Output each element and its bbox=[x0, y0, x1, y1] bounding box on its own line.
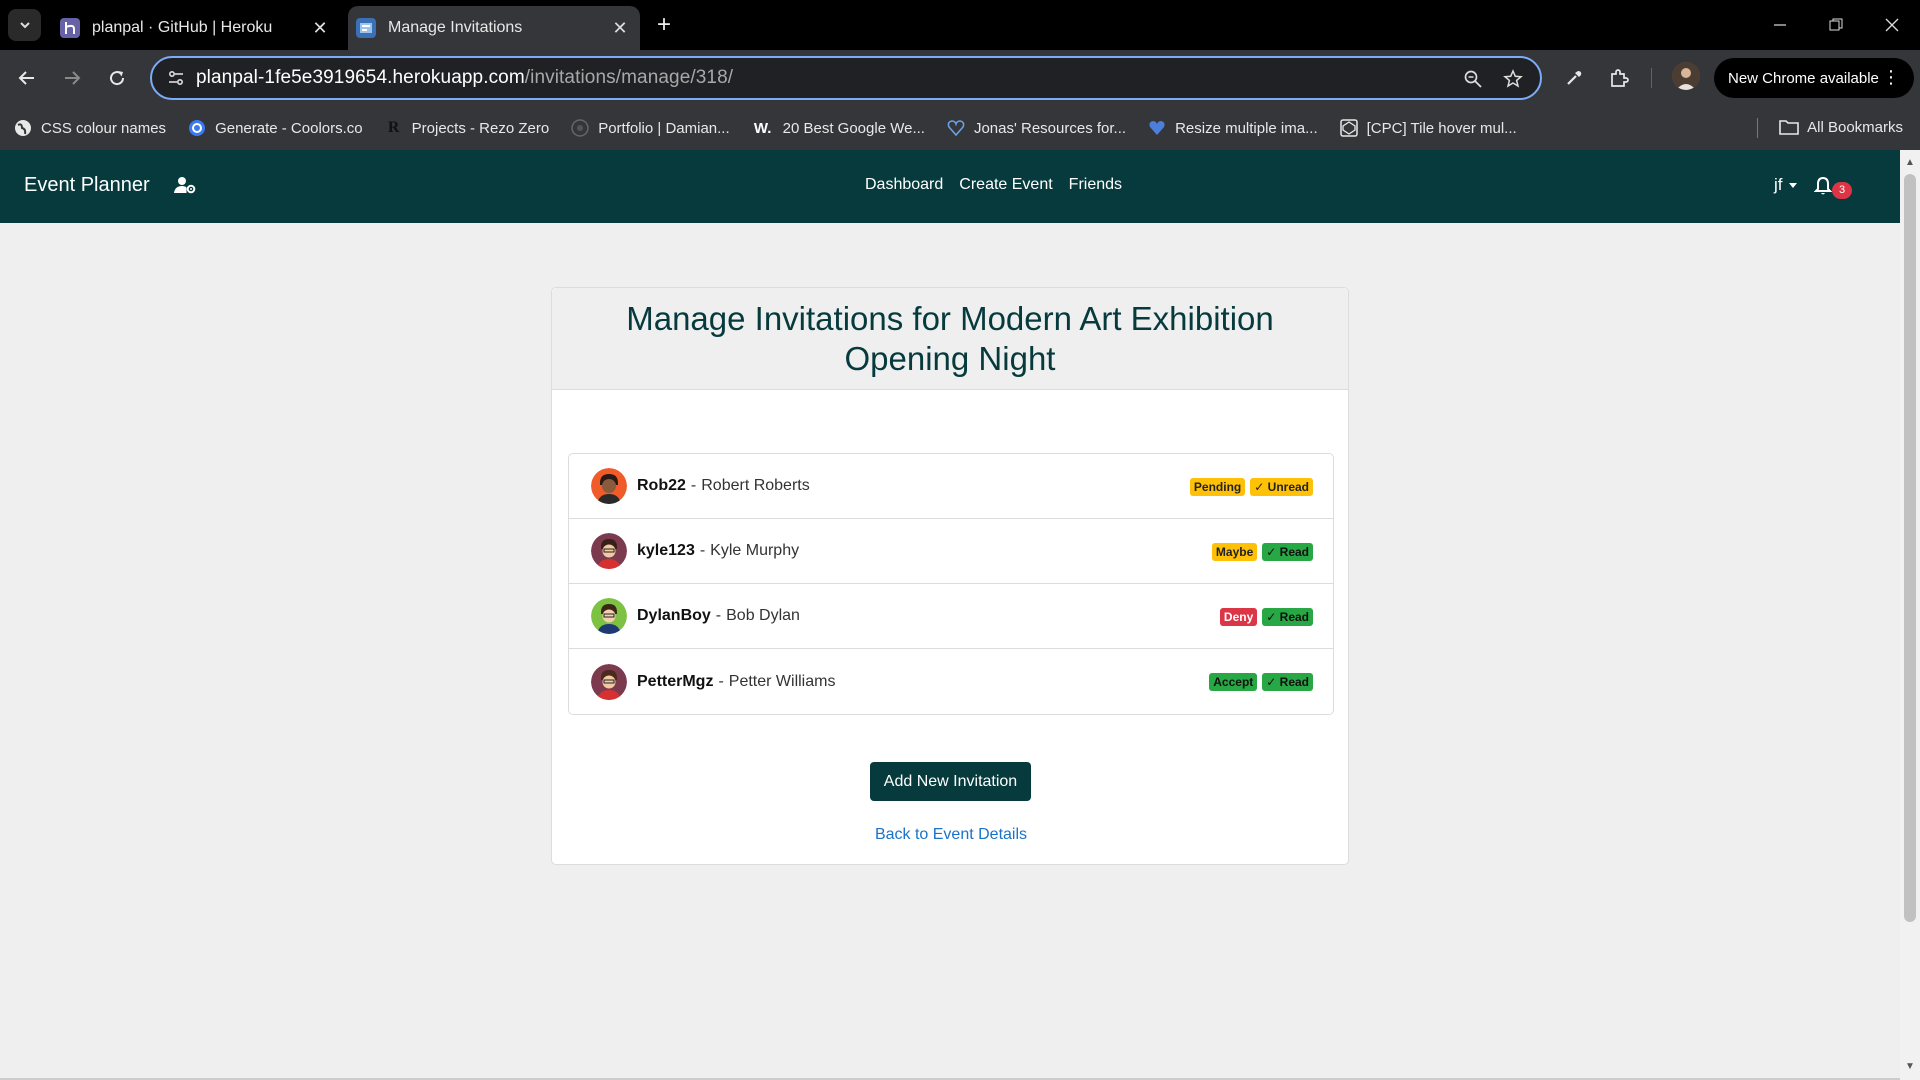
tab-search-button[interactable] bbox=[8, 9, 41, 41]
page-viewport: Event Planner Dashboard Create Event Fri… bbox=[0, 150, 1900, 1080]
add-new-invitation-button[interactable]: Add New Invitation bbox=[870, 762, 1031, 801]
list-item: kyle123 - Kyle Murphy Maybe ✓ Read bbox=[569, 519, 1333, 584]
bookmark-google-web-fonts[interactable]: W. 20 Best Google We... bbox=[752, 119, 925, 137]
scroll-up-icon[interactable]: ▲ bbox=[1905, 158, 1915, 168]
read-badge: ✓ Read bbox=[1262, 608, 1313, 626]
tab-title: Manage Invitations bbox=[388, 19, 523, 36]
invitee-name: Bob Dylan bbox=[726, 607, 800, 624]
rezo-zero-icon: R bbox=[387, 119, 400, 136]
profile-avatar[interactable] bbox=[1672, 62, 1700, 90]
heroku-icon bbox=[60, 18, 80, 38]
avatar bbox=[591, 533, 627, 569]
portfolio-icon bbox=[571, 119, 589, 137]
user-settings-icon[interactable] bbox=[174, 176, 196, 194]
heart-icon bbox=[1148, 119, 1166, 137]
toolbar-divider bbox=[1651, 68, 1652, 88]
invitee-username: kyle123 bbox=[637, 542, 695, 559]
read-badge: ✓ Read bbox=[1262, 673, 1313, 691]
bookmark-coolors[interactable]: Generate - Coolors.co bbox=[188, 119, 363, 137]
extensions-icon[interactable] bbox=[1603, 62, 1635, 94]
eyedropper-icon[interactable] bbox=[1558, 62, 1590, 94]
coolors-icon bbox=[188, 119, 206, 137]
bookmarks-bar: CSS colour names Generate - Coolors.co R… bbox=[0, 106, 1920, 150]
bookmark-codepen-tile[interactable]: [CPC] Tile hover mul... bbox=[1339, 119, 1517, 137]
brand-logo[interactable]: Event Planner bbox=[24, 174, 150, 197]
invitee-username: PetterMgz bbox=[637, 672, 714, 690]
chrome-update-button[interactable]: New Chrome available ⋮ bbox=[1714, 58, 1914, 98]
invitee-username: DylanBoy bbox=[637, 607, 711, 624]
status-badge: Pending bbox=[1189, 478, 1246, 496]
bookmark-css-colour-names[interactable]: CSS colour names bbox=[14, 119, 166, 137]
zoom-icon[interactable] bbox=[1458, 64, 1488, 94]
bookmarks-divider bbox=[1757, 118, 1758, 138]
w-icon: W. bbox=[753, 119, 772, 137]
new-tab-button[interactable]: + bbox=[650, 11, 678, 39]
status-badge: Accept bbox=[1209, 673, 1258, 691]
chevron-down-icon bbox=[19, 22, 30, 29]
avatar bbox=[591, 598, 627, 634]
back-to-event-details-link[interactable]: Back to Event Details bbox=[552, 826, 1350, 844]
invitee-name: Petter Williams bbox=[728, 672, 836, 690]
bell-icon[interactable] bbox=[1814, 176, 1832, 196]
page-scrollbar[interactable]: ▲ ▼ bbox=[1900, 150, 1920, 1080]
invitation-list: Rob22 - Robert Roberts Pending ✓ Unread … bbox=[568, 453, 1334, 715]
app-navbar: Event Planner Dashboard Create Event Fri… bbox=[0, 150, 1900, 223]
status-badge: Maybe bbox=[1211, 543, 1258, 561]
nav-dashboard[interactable]: Dashboard bbox=[865, 176, 943, 194]
close-tab-icon[interactable]: ✕ bbox=[606, 14, 634, 42]
list-item: DylanBoy - Bob Dylan Deny ✓ Read bbox=[569, 584, 1333, 649]
forward-icon[interactable] bbox=[56, 62, 88, 94]
globe-icon bbox=[14, 119, 32, 137]
site-settings-icon[interactable] bbox=[156, 58, 196, 98]
status-badge: Deny bbox=[1219, 608, 1258, 626]
tab-title: planpal · GitHub | Heroku bbox=[92, 19, 273, 36]
bookmark-rezo-zero[interactable]: R Projects - Rezo Zero bbox=[385, 119, 549, 137]
minimize-icon[interactable] bbox=[1752, 0, 1808, 50]
invitee-username: Rob22 bbox=[637, 477, 686, 494]
notification-badge: 3 bbox=[1832, 182, 1852, 199]
address-bar[interactable]: planpal-1fe5e3919654.herokuapp.com/invit… bbox=[150, 56, 1542, 100]
codepen-icon bbox=[1339, 119, 1358, 137]
nav-create-event[interactable]: Create Event bbox=[959, 176, 1052, 194]
read-badge: ✓ Read bbox=[1262, 543, 1313, 561]
bookmark-star-icon[interactable] bbox=[1498, 64, 1528, 94]
app-favicon-icon bbox=[356, 18, 376, 38]
close-window-icon[interactable] bbox=[1864, 0, 1920, 50]
all-bookmarks-button[interactable]: All Bookmarks bbox=[1779, 118, 1903, 136]
bookmark-jonas-resources[interactable]: Jonas' Resources for... bbox=[947, 119, 1126, 137]
invitations-card: Manage Invitations for Modern Art Exhibi… bbox=[551, 287, 1349, 865]
card-header: Manage Invitations for Modern Art Exhibi… bbox=[552, 288, 1348, 390]
list-item: Rob22 - Robert Roberts Pending ✓ Unread bbox=[569, 454, 1333, 519]
nav-friends[interactable]: Friends bbox=[1069, 176, 1122, 194]
restore-icon[interactable] bbox=[1808, 0, 1864, 50]
bookmark-resize-images[interactable]: Resize multiple ima... bbox=[1148, 119, 1318, 137]
caret-down-icon bbox=[1788, 182, 1797, 188]
avatar bbox=[591, 663, 627, 700]
scroll-thumb[interactable] bbox=[1904, 174, 1916, 922]
read-badge: ✓ Unread bbox=[1250, 478, 1313, 496]
tab-manage-invitations[interactable]: Manage Invitations ✕ bbox=[348, 6, 640, 50]
user-menu-dropdown[interactable]: jf bbox=[1774, 175, 1797, 195]
page-title: Manage Invitations for Modern Art Exhibi… bbox=[626, 299, 1274, 377]
folder-icon bbox=[1779, 120, 1799, 135]
scroll-down-icon[interactable]: ▼ bbox=[1905, 1062, 1915, 1072]
avatar bbox=[591, 468, 627, 504]
bookmark-portfolio[interactable]: Portfolio | Damian... bbox=[571, 119, 730, 137]
reload-icon[interactable] bbox=[101, 62, 133, 94]
invitee-name: Kyle Murphy bbox=[710, 542, 800, 559]
tab-strip: planpal · GitHub | Heroku ✕ Manage Invit… bbox=[0, 0, 1920, 50]
tab-planpal[interactable]: planpal · GitHub | Heroku ✕ bbox=[48, 6, 340, 50]
url-text: planpal-1fe5e3919654.herokuapp.com/invit… bbox=[196, 67, 734, 88]
more-menu-icon[interactable]: ⋮ bbox=[1882, 67, 1900, 87]
list-item: PetterMgz - Petter Williams Accept ✓ Rea… bbox=[569, 649, 1333, 714]
close-tab-icon[interactable]: ✕ bbox=[306, 14, 334, 42]
browser-toolbar: planpal-1fe5e3919654.herokuapp.com/invit… bbox=[0, 50, 1920, 106]
invitee-name: Robert Roberts bbox=[701, 477, 810, 494]
heart-icon bbox=[947, 119, 965, 137]
back-icon[interactable] bbox=[11, 62, 43, 94]
